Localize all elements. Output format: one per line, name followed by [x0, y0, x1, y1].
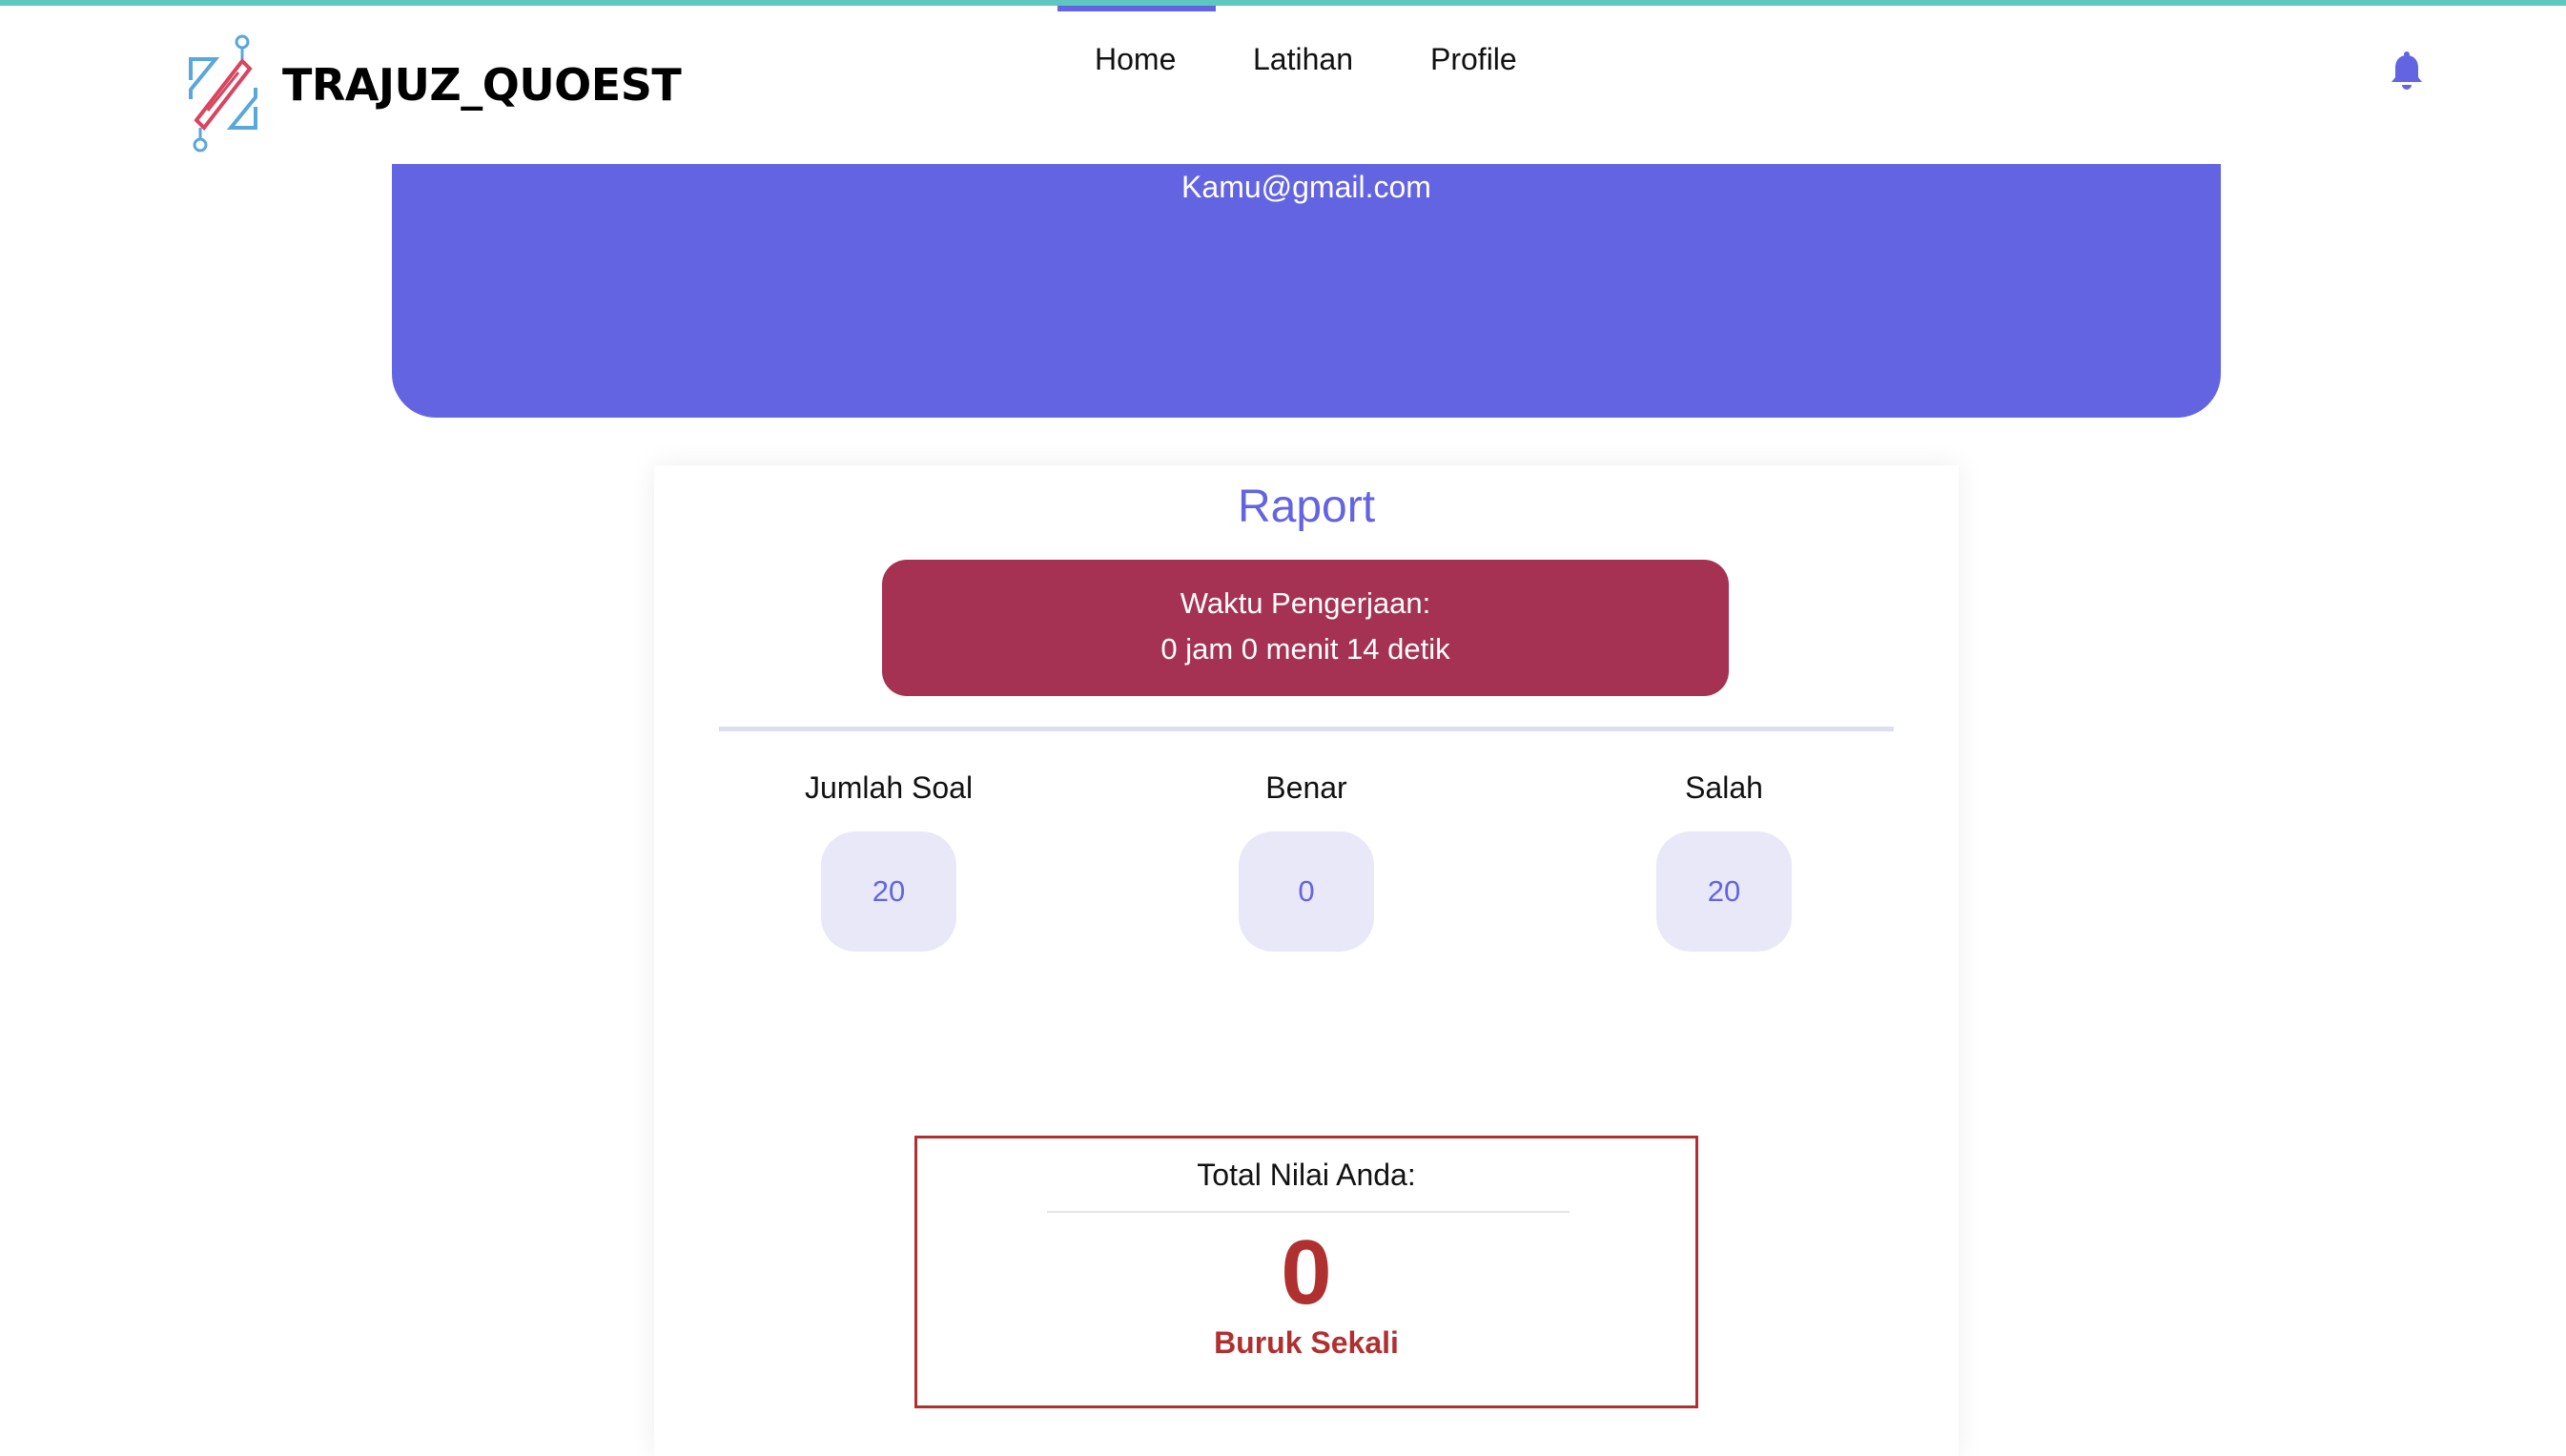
stat-total-value: 20 [821, 831, 956, 952]
score-divider [1047, 1211, 1570, 1213]
stat-wrong-label: Salah [1685, 770, 1763, 805]
total-score-value: 0 [1281, 1221, 1332, 1323]
total-score-label: Total Nilai Anda: [1197, 1158, 1416, 1192]
stat-correct-label: Benar [1265, 770, 1347, 805]
divider [719, 727, 1894, 731]
stat-wrong-value: 20 [1656, 831, 1792, 952]
nav-home[interactable]: Home [1095, 42, 1176, 77]
stat-total-label: Jumlah Soal [804, 770, 974, 805]
score-grade: Buruk Sekali [1214, 1325, 1399, 1360]
bell-icon[interactable] [2390, 51, 2424, 92]
nav-latihan[interactable]: Latihan [1253, 42, 1353, 77]
total-score-box: Total Nilai Anda: 0 Buruk Sekali [914, 1136, 1698, 1408]
stat-correct: Benar 0 [1163, 767, 1449, 952]
nav-profile[interactable]: Profile [1430, 42, 1517, 77]
report-title: Raport [1237, 482, 1376, 532]
profile-banner: Kamu@gmail.com [392, 164, 2221, 418]
report-card: Raport Waktu Pengerjaan: 0 jam 0 menit 1… [654, 465, 1959, 1456]
stat-wrong: Salah 20 [1581, 767, 1867, 952]
stat-correct-value: 0 [1239, 831, 1374, 952]
work-time-box: Waktu Pengerjaan: 0 jam 0 menit 14 detik [882, 560, 1729, 696]
main-nav: Home Latihan Profile [0, 6, 2566, 120]
stat-total-questions: Jumlah Soal 20 [746, 767, 1032, 952]
header: TRAJUZ_QUOEST Home Latihan Profile [0, 6, 2566, 164]
work-time-value: 0 jam 0 menit 14 detik [1160, 632, 1450, 666]
work-time-label: Waktu Pengerjaan: [1180, 586, 1431, 620]
profile-email: Kamu@gmail.com [1181, 170, 1431, 204]
